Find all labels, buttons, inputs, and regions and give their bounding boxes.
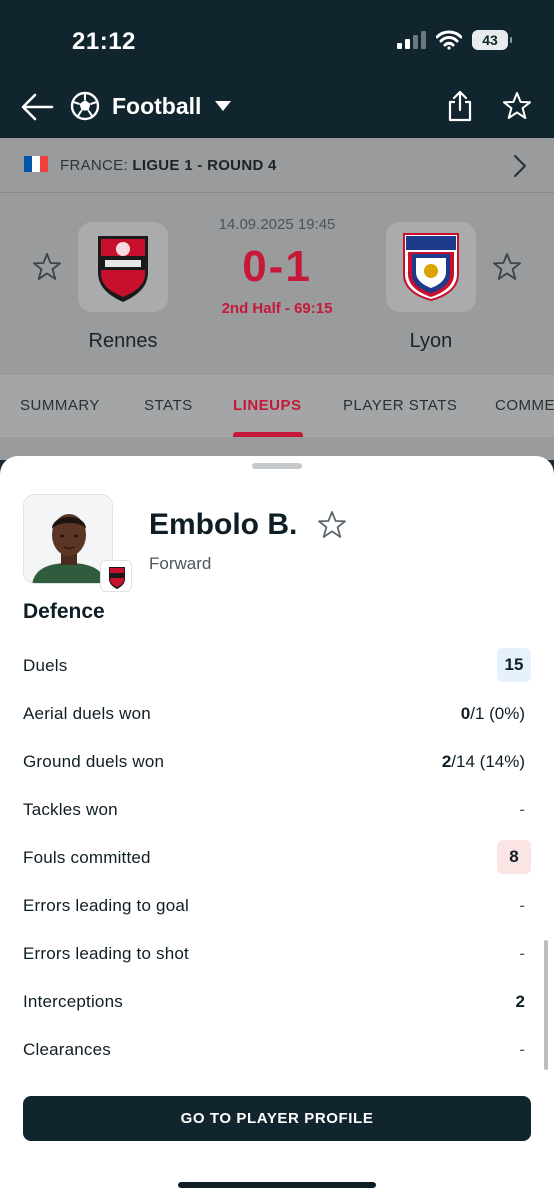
football-icon[interactable] [70,91,100,121]
stat-value-total: /1 (0%) [470,704,525,723]
stat-label: Tackles won [23,800,118,819]
stat-value: 2 [515,992,525,1011]
rennes-crest-icon [98,236,148,302]
league-label: FRANCE: LIGUE 1 - ROUND 4 [60,157,277,174]
match-status: 2nd Half - 69:15 [221,300,333,317]
app-bar: Football [0,80,554,138]
match-score: 0-1 [242,242,312,291]
match-summary: Rennes 14.09.2025 19:45 0-1 2nd Half - 6… [0,194,554,375]
stat-value: - [519,896,525,915]
stat-row-tackles: Tackles won - [23,792,531,828]
away-team-name[interactable]: Lyon [371,330,491,353]
section-title-defence: Defence [23,600,105,623]
player-position: Forward [149,554,212,573]
player-stats-sheet: Embolo B. Forward Defence Duels 15 Aeria… [0,456,554,1200]
stat-label: Ground duels won [23,752,165,771]
home-team-logo[interactable] [78,222,168,312]
match-header-dimmed: FRANCE: LIGUE 1 - ROUND 4 Rennes 14.09.2… [0,138,554,460]
stat-value-won: 2 [441,752,452,771]
stat-row-duels: Duels 15 [23,648,531,684]
stat-value: 2/14 (14%) [442,752,525,772]
tab-stats[interactable]: STATS [144,397,193,414]
match-datetime: 14.09.2025 19:45 [218,216,336,233]
stat-row-clearances: Clearances - [23,1032,531,1068]
stat-row-fouls: Fouls committed 8 [23,840,531,876]
away-team-logo[interactable] [386,222,476,312]
home-team-name[interactable]: Rennes [63,330,183,353]
stat-value-won: 0 [460,704,471,723]
match-tabs: SUMMARY STATS LINEUPS PLAYER STATS COMME [0,375,554,437]
player-name: Embolo B. [149,508,298,541]
tab-commentary[interactable]: COMME [495,397,554,414]
active-tab-indicator [233,432,303,437]
stat-value-highlight: 8 [497,840,531,874]
chevron-right-icon[interactable] [512,154,528,178]
stat-label: Interceptions [23,992,123,1011]
battery-indicator: 43 [472,30,512,50]
home-indicator[interactable] [178,1182,376,1188]
stat-value: - [519,944,525,963]
league-row[interactable]: FRANCE: LIGUE 1 - ROUND 4 [0,138,554,193]
sheet-drag-handle[interactable] [252,463,302,469]
stat-label: Aerial duels won [23,704,151,723]
stat-label: Errors leading to shot [23,944,189,963]
scrollbar[interactable] [544,940,548,1070]
tab-lineups[interactable]: LINEUPS [233,397,302,414]
league-competition: LIGUE 1 - ROUND 4 [132,157,277,174]
sport-title[interactable]: Football [112,93,201,120]
caret-down-icon[interactable] [214,100,232,112]
stat-row-ground-duels: Ground duels won 2/14 (14%) [23,744,531,780]
stat-label: Fouls committed [23,848,151,867]
rennes-badge-icon [109,567,125,589]
stat-value-highlight: 15 [497,648,531,682]
stat-label: Duels [23,656,68,675]
france-flag-icon [24,156,48,172]
stat-row-aerial-duels: Aerial duels won 0/1 (0%) [23,696,531,732]
stat-value: - [519,1040,525,1059]
stat-row-errors-goal: Errors leading to goal - [23,888,531,924]
tab-player-stats[interactable]: PLAYER STATS [343,397,457,414]
wifi-icon [436,30,462,50]
back-arrow-icon[interactable] [20,92,54,122]
tab-summary[interactable]: SUMMARY [20,397,100,414]
stat-value-total: /14 (14%) [451,752,525,771]
status-time: 21:12 [72,28,136,55]
status-icons: 43 [397,30,512,50]
player-favorite-star-icon[interactable] [317,510,347,540]
cellular-signal-icon [397,31,426,49]
away-favorite-star-icon[interactable] [492,252,522,282]
stat-value: - [519,800,525,819]
favorite-star-icon[interactable] [502,91,532,121]
stat-label: Clearances [23,1040,111,1059]
status-bar: 21:12 43 [0,0,554,80]
club-badge [100,560,132,592]
stat-value: 0/1 (0%) [461,704,525,724]
go-to-player-profile-button[interactable]: GO TO PLAYER PROFILE [23,1096,531,1141]
stat-row-interceptions: Interceptions 2 [23,984,531,1020]
stat-row-errors-shot: Errors leading to shot - [23,936,531,972]
lyon-crest-icon [403,233,459,302]
share-icon[interactable] [446,90,474,122]
home-favorite-star-icon[interactable] [32,252,62,282]
league-country: FRANCE: [60,157,128,174]
stat-label: Errors leading to goal [23,896,189,915]
